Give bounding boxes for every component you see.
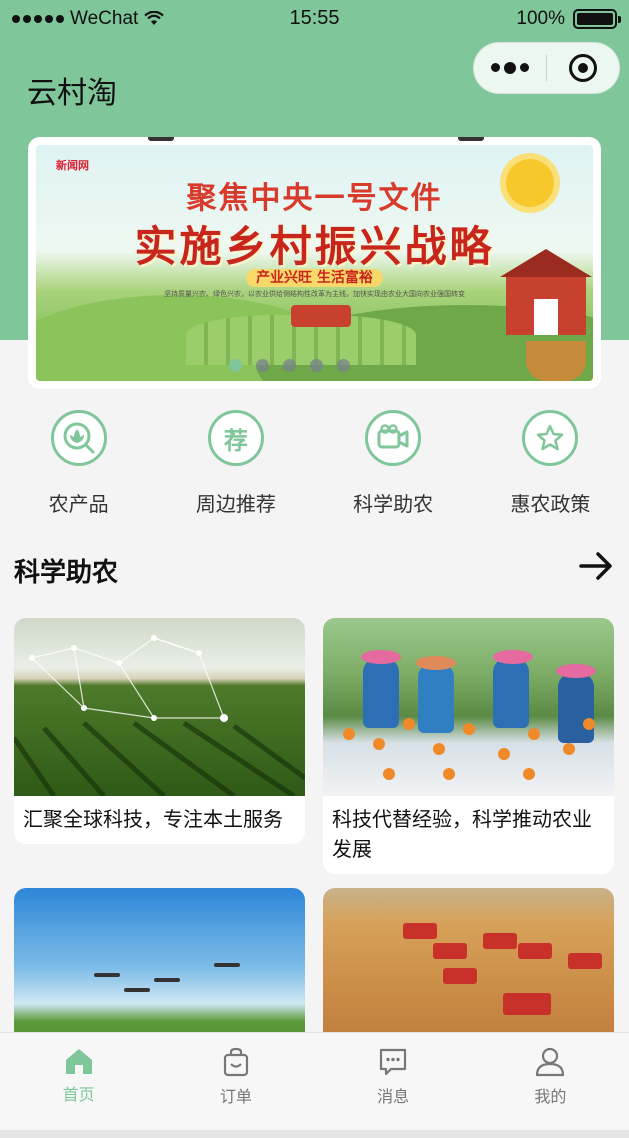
banner-tagline: 产业兴旺 生活富裕: [36, 267, 593, 287]
tab-label: 首页: [62, 1085, 95, 1104]
category-label: 农产品: [48, 492, 109, 516]
carousel-dot[interactable]: [283, 359, 296, 372]
tab-orders[interactable]: 订单: [157, 1033, 314, 1130]
tab-profile[interactable]: 我的: [472, 1033, 629, 1130]
banner-subtitle: 聚焦中央一号文件: [186, 181, 443, 216]
category-label: 科学助农: [353, 492, 434, 516]
miniprogram-capsule: [473, 42, 620, 94]
carousel-dot[interactable]: [256, 359, 269, 372]
recommend-icon: 荐: [207, 410, 264, 466]
section-title: 科学助农: [14, 558, 119, 588]
article-card[interactable]: 科技代替经验，科学推动农业发展: [323, 618, 614, 874]
card-title: 科技代替经验，科学推动农业发展: [332, 807, 592, 861]
home-icon: [65, 1049, 92, 1074]
banner-carousel[interactable]: 新闻网 聚焦中央一号文件 实施乡村振兴战略 产业兴旺 生活富裕 坚持质量兴农、绿…: [28, 137, 601, 389]
star-icon: [522, 410, 579, 466]
carousel-indicators: [28, 359, 601, 372]
bottom-tab-bar: 首页 订单 消息 我的: [0, 1032, 629, 1130]
tractor-illustration: [291, 305, 351, 327]
article-card[interactable]: 汇聚全球科技，专注本土服务: [14, 618, 305, 844]
carousel-dot[interactable]: [229, 359, 242, 372]
carousel-dot[interactable]: [310, 359, 323, 372]
category-label: 惠农政策: [510, 492, 591, 516]
banner-clip: [458, 137, 484, 141]
tab-messages[interactable]: 消息: [315, 1033, 472, 1130]
banner-note: 坚持质量兴农、绿色兴农，以农业供给侧结构性改革为主线，加快实现由农业大国向农业强…: [164, 290, 465, 298]
video-camera-icon: [365, 410, 422, 466]
tab-label: 消息: [377, 1087, 410, 1106]
recommend-glyph: 荐: [223, 426, 248, 455]
battery-icon: [573, 9, 621, 29]
banner-image: 新闻网 聚焦中央一号文件 实施乡村振兴战略 产业兴旺 生活富裕 坚持质量兴农、绿…: [36, 145, 593, 381]
message-icon: [380, 1048, 407, 1076]
more-dots-icon[interactable]: [474, 61, 546, 74]
orange-harvest-photo: [323, 618, 614, 796]
tab-home[interactable]: 首页: [0, 1033, 157, 1130]
category-agri-products[interactable]: 农产品: [0, 410, 157, 520]
carousel-dot[interactable]: [337, 359, 350, 372]
banner-logo: 新闻网: [56, 159, 89, 172]
banner-clip: [148, 137, 174, 141]
status-right: 100%: [516, 8, 621, 30]
leaf-search-icon: [50, 410, 107, 466]
section-header: 科学助农: [14, 548, 614, 588]
banner-tagline-text: 产业兴旺 生活富裕: [246, 269, 383, 287]
category-science[interactable]: 科学助农: [315, 410, 472, 520]
network-overlay: [14, 635, 305, 796]
tab-label: 我的: [534, 1087, 567, 1106]
page-title: 云村淘: [27, 76, 117, 111]
category-policy[interactable]: 惠农政策: [472, 410, 629, 520]
tab-label: 订单: [219, 1087, 252, 1106]
category-label: 周边推荐: [195, 492, 276, 516]
battery-percent: 100%: [516, 8, 565, 29]
user-icon: [536, 1047, 565, 1077]
home-indicator: [0, 1130, 629, 1138]
banner-headline: 实施乡村振兴战略: [134, 222, 495, 271]
smart-farm-field-photo: [14, 618, 305, 796]
card-title: 汇聚全球科技，专注本土服务: [23, 807, 283, 831]
close-target-icon[interactable]: [547, 54, 619, 82]
category-grid: 农产品 荐 周边推荐 科学助农 惠农政策: [0, 410, 629, 520]
arrow-right-icon[interactable]: [578, 548, 614, 584]
category-nearby[interactable]: 荐 周边推荐: [157, 410, 314, 520]
status-bar: WeChat 15:55 100%: [0, 0, 629, 40]
shopping-bag-icon: [223, 1047, 248, 1077]
